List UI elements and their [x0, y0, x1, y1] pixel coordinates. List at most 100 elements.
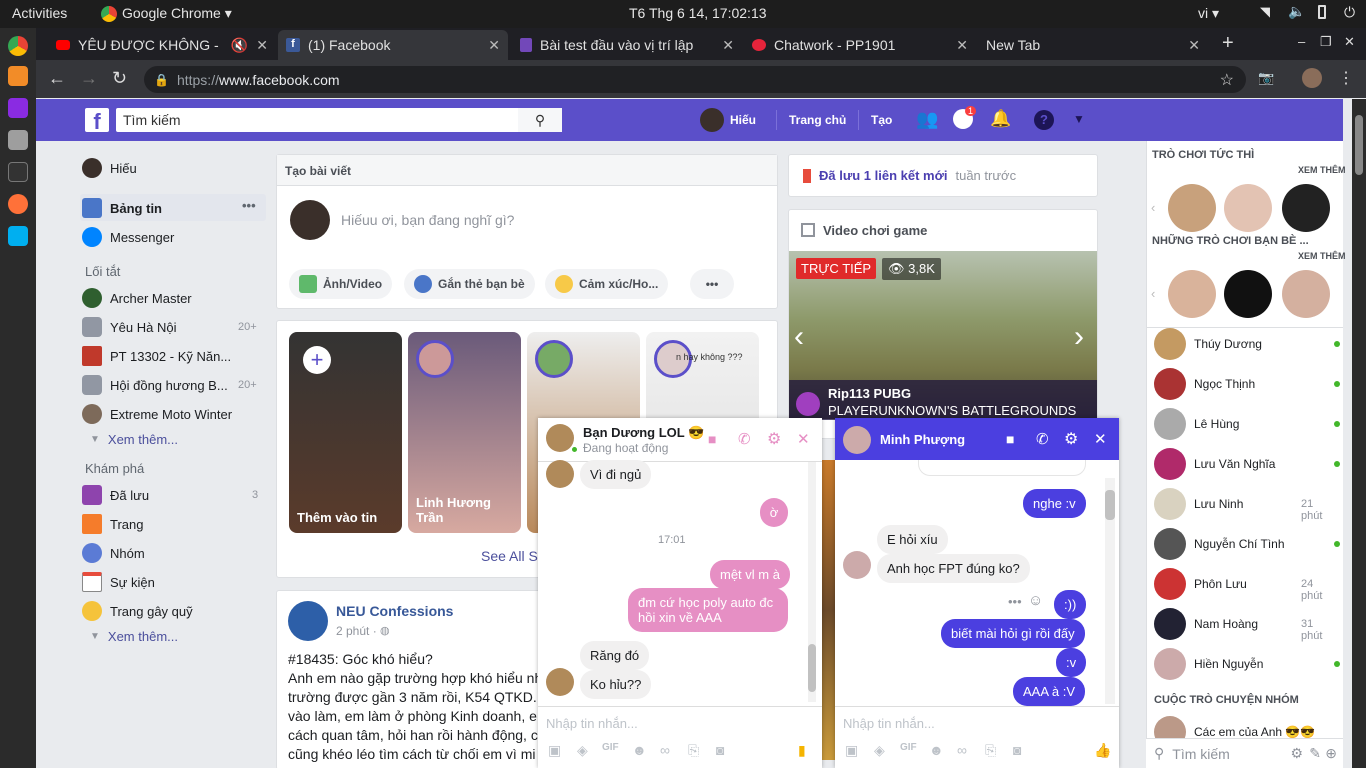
shortcut-item[interactable]: Archer Master: [82, 288, 192, 308]
tab-youtube[interactable]: YÊU ĐƯỢC KHÔNG - 🔇 ✕: [48, 30, 276, 60]
post-author[interactable]: NEU Confessions: [336, 603, 453, 619]
photo-video-button[interactable]: Ảnh/Video: [289, 269, 393, 299]
bookmark-star-icon[interactable]: ☆: [1220, 70, 1234, 90]
previous-video-icon[interactable]: ‹: [794, 320, 804, 354]
back-icon[interactable]: ←: [48, 68, 66, 89]
tab-facebook[interactable]: f (1) Facebook ✕: [278, 30, 508, 60]
close-window-icon[interactable]: ✕: [1344, 34, 1355, 50]
search-icon[interactable]: ⚲: [518, 108, 562, 132]
address-bar[interactable]: 🔒 https://www.facebook.com ☆: [144, 66, 1246, 93]
phpstorm-launcher-icon[interactable]: [8, 98, 28, 118]
more-options-button[interactable]: •••: [690, 269, 734, 299]
gear-icon[interactable]: ⚙: [1064, 429, 1078, 449]
message-input[interactable]: Nhập tin nhắn...: [843, 716, 935, 731]
explore-events[interactable]: Sự kiện: [82, 572, 155, 592]
more-options-icon[interactable]: •••: [242, 198, 256, 213]
gear-icon[interactable]: ⚙: [767, 429, 781, 449]
message-input[interactable]: Nhập tin nhắn...: [546, 716, 638, 731]
maximize-window-icon[interactable]: ❐: [1320, 34, 1332, 50]
saved-notice[interactable]: Đã lưu 1 liên kết mới tuần trước: [788, 154, 1098, 197]
close-tab-icon[interactable]: ✕: [488, 37, 500, 54]
shortcut-item[interactable]: Yêu Hà Nội 20+: [82, 317, 257, 337]
shortcut-item[interactable]: Extreme Moto Winter: [82, 404, 232, 424]
clock[interactable]: T6 Thg 6 14, 17:02:13: [629, 5, 767, 21]
video-call-icon[interactable]: ■: [1006, 431, 1014, 447]
sticker-icon[interactable]: ◈: [874, 742, 885, 759]
link-icon[interactable]: ∞: [957, 742, 967, 758]
page-scrollbar-thumb[interactable]: [1355, 115, 1363, 175]
close-icon[interactable]: ✕: [1094, 430, 1107, 448]
post-time[interactable]: 2 phút ·: [336, 624, 377, 638]
sticker-icon[interactable]: ◈: [577, 742, 588, 759]
terminal-launcher-icon[interactable]: [8, 162, 28, 182]
tab-chatwork[interactable]: Chatwork - PP1901 ✕: [744, 30, 976, 60]
story-card[interactable]: Linh Hương Trần: [408, 332, 521, 533]
skype-launcher-icon[interactable]: [8, 226, 28, 246]
chrome-launcher-icon[interactable]: [8, 36, 28, 56]
friend-requests-icon[interactable]: 👥: [916, 109, 938, 130]
close-tab-icon[interactable]: ✕: [256, 37, 268, 54]
composer-input[interactable]: Hiếuu ơi, bạn đang nghĩ gì?: [341, 212, 514, 228]
tab-new[interactable]: New Tab ✕: [978, 30, 1208, 60]
chevron-left-icon[interactable]: ‹: [1151, 286, 1155, 301]
contact-item[interactable]: Nam Hoàng 31 phút: [1154, 608, 1322, 642]
thumbs-up-icon[interactable]: ▮: [798, 742, 806, 759]
close-icon[interactable]: ✕: [797, 430, 810, 448]
wifi-icon[interactable]: ◥: [1260, 4, 1270, 20]
attachment-icon[interactable]: ⎘: [985, 742, 996, 759]
phone-icon[interactable]: ✆: [1036, 430, 1049, 448]
explore-saved[interactable]: Đã lưu 3: [82, 485, 258, 505]
explore-pages[interactable]: Trang: [82, 514, 143, 534]
forward-icon[interactable]: →: [80, 68, 98, 89]
see-more-explore[interactable]: ▼ Xem thêm...: [90, 629, 178, 644]
contact-item[interactable]: Ngọc Thịnh: [1154, 368, 1340, 400]
streamer-name[interactable]: Rip113 PUBG: [828, 386, 911, 401]
link-icon[interactable]: ∞: [660, 742, 670, 758]
chevron-left-icon[interactable]: ‹: [1151, 200, 1155, 215]
contact-item[interactable]: Lưu Văn Nghĩa: [1154, 448, 1340, 480]
gif-icon[interactable]: GIF: [602, 742, 619, 753]
see-more-friend-games[interactable]: XEM THÊM: [1298, 251, 1346, 261]
profile-avatar[interactable]: [1302, 68, 1322, 88]
camera-icon[interactable]: ◙: [716, 742, 724, 758]
phone-icon[interactable]: ✆: [738, 430, 751, 448]
image-icon[interactable]: ▣: [845, 742, 858, 759]
chat-search-input[interactable]: ⚲ Tìm kiếm ⚙ ✎ ⊕: [1146, 738, 1343, 768]
attachment-icon[interactable]: ⎘: [688, 742, 699, 759]
chat-title[interactable]: Bạn Dương LOL 😎: [583, 425, 704, 441]
tab-forms[interactable]: Bài test đầu vào vị trí lập ✕: [512, 30, 742, 60]
close-tab-icon[interactable]: ✕: [722, 37, 734, 54]
contact-item[interactable]: Lưu Ninh 21 phút: [1154, 488, 1322, 522]
shortcut-item[interactable]: Hội đồng hương B... 20+: [82, 375, 257, 395]
see-more-shortcuts[interactable]: ▼ Xem thêm...: [90, 432, 178, 447]
game-avatar[interactable]: [1282, 184, 1330, 232]
help-icon[interactable]: ?: [1034, 110, 1054, 130]
page-avatar[interactable]: [288, 601, 328, 641]
account-menu-icon[interactable]: ▼: [1073, 112, 1085, 126]
minimize-window-icon[interactable]: –: [1298, 34, 1305, 49]
contact-item[interactable]: Thúy Dương: [1154, 328, 1340, 360]
avatar[interactable]: [843, 426, 871, 454]
game-avatar[interactable]: [1224, 184, 1272, 232]
game-avatar[interactable]: [1224, 270, 1272, 318]
language-indicator[interactable]: vi ▾: [1198, 5, 1219, 22]
emoji-icon[interactable]: ☻: [632, 742, 647, 758]
contact-item[interactable]: Phôn Lưu 24 phút: [1154, 568, 1322, 602]
sublime-launcher-icon[interactable]: [8, 66, 28, 86]
game-avatar[interactable]: [1168, 184, 1216, 232]
nav-profile[interactable]: Hiếu: [82, 158, 137, 178]
feeling-button[interactable]: Cảm xúc/Ho...: [545, 269, 669, 299]
tag-friends-button[interactable]: Gắn thẻ bạn bè: [404, 269, 535, 299]
chat-scrollbar[interactable]: [808, 462, 816, 702]
avatar[interactable]: [700, 108, 724, 132]
create-link[interactable]: Tạo: [871, 113, 892, 127]
see-more-games[interactable]: XEM THÊM: [1298, 165, 1346, 175]
files-launcher-icon[interactable]: [8, 130, 28, 150]
game-avatar[interactable]: [1168, 270, 1216, 318]
profile-link[interactable]: Hiếu: [730, 113, 756, 127]
add-story-card[interactable]: + Thêm vào tin: [289, 332, 402, 533]
power-menu-icon[interactable]: ⏻: [1344, 4, 1355, 21]
video-call-icon[interactable]: ■: [708, 431, 716, 447]
activities-button[interactable]: Activities: [12, 5, 67, 21]
app-menu[interactable]: Google Chrome ▾: [122, 5, 232, 22]
